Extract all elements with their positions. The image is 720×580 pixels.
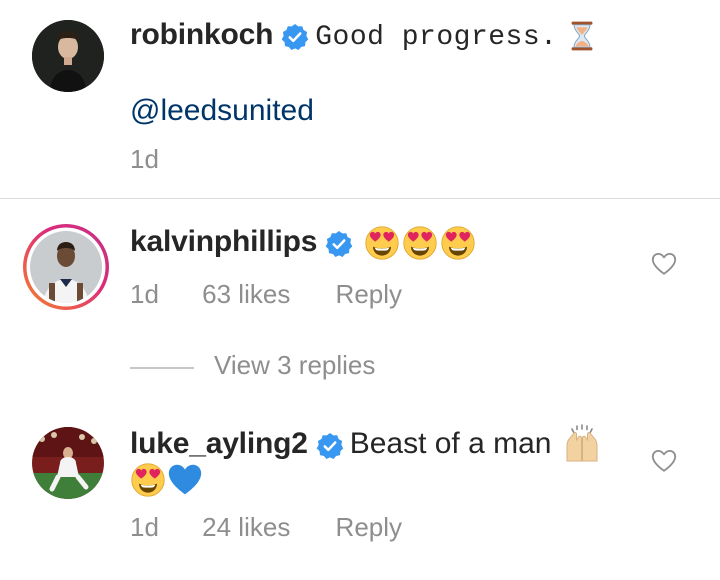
likes-count[interactable]: 63 likes [202,279,290,310]
comment-time: 1d [130,144,159,174]
heart-eyes-emoji [440,225,476,261]
avatar-kalvinphillips[interactable] [22,223,110,311]
avatar-robinkoch-image [32,20,104,92]
raising-hands-emoji [562,423,602,463]
likes-count[interactable]: 24 likes [202,512,290,543]
comment-time: 1d [130,512,159,542]
view-replies-label: View 3 replies [214,350,376,380]
comment-luke-ayling2: luke_ayling2 Beast of a man 1d 24 likes R… [0,412,720,580]
view-replies-button[interactable]: View 3 replies [130,350,375,381]
comment-time: 1d [130,279,159,309]
avatar-robinkoch[interactable] [32,20,104,92]
like-heart-icon[interactable] [650,250,678,278]
reply-button[interactable]: Reply [336,512,402,543]
username-luke-ayling2[interactable]: luke_ayling2 [130,427,308,460]
heart-eyes-emoji [364,225,400,261]
heart-eyes-emoji [130,462,166,498]
replies-dash [130,366,194,369]
hourglass-icon [566,20,598,52]
username-robinkoch[interactable]: robinkoch [130,18,273,51]
verified-badge-icon [316,432,344,460]
story-ring-avatar [23,224,109,310]
blue-heart-emoji [167,462,203,498]
avatar-luke-ayling2[interactable] [32,427,104,499]
mention-leedsunited[interactable]: @leedsunited [130,94,314,127]
like-heart-icon[interactable] [650,447,678,475]
verified-badge-icon [325,230,353,258]
comment-text: Beast of a man [349,427,552,460]
username-kalvinphillips[interactable]: kalvinphillips [130,225,317,258]
reply-button[interactable]: Reply [336,279,402,310]
verified-badge-icon [281,23,309,51]
comment-text: Good progress. [315,22,558,53]
heart-eyes-emoji [402,225,438,261]
comment-robinkoch: robinkoch Good progress. @leedsunited 1d [0,0,720,198]
avatar-luke-ayling2-image [32,427,104,499]
